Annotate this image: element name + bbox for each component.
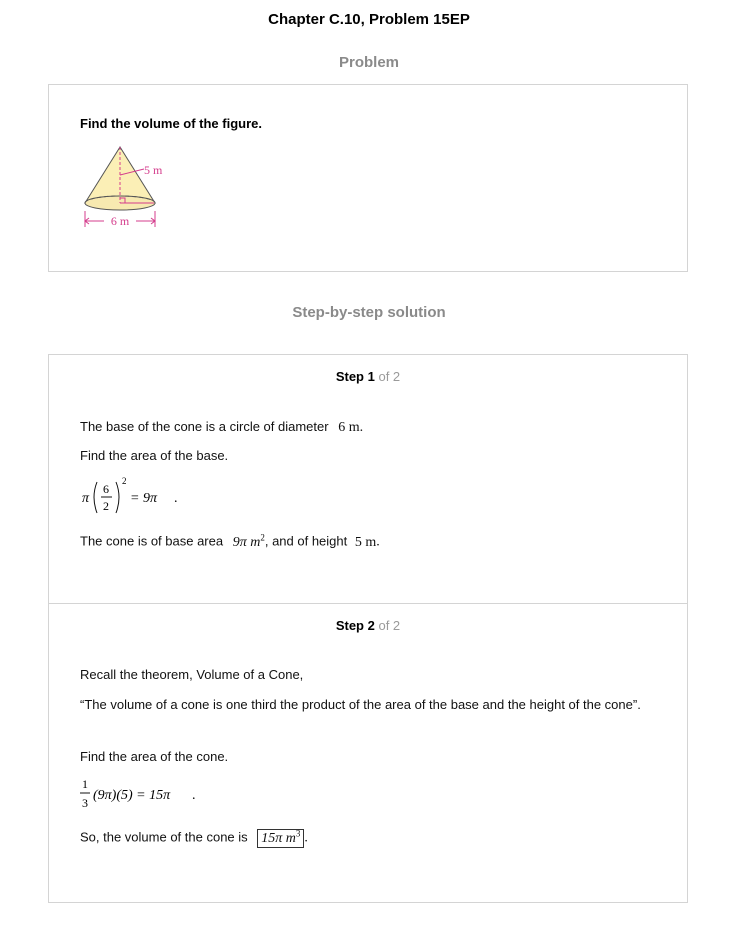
step-2-formula: 1 3 (9π)(5) = 15π . xyxy=(80,777,196,810)
step-1-height-value: 5 m xyxy=(354,534,377,550)
problem-card: Find the volume of the figure. 5 m 6 m xyxy=(48,84,688,272)
svg-text:.: . xyxy=(192,788,196,803)
step-2-text-1: Recall the theorem, Volume of a Cone, xyxy=(80,667,304,682)
step-1-text-1: The base of the cone is a circle of diam… xyxy=(80,419,364,435)
formula-denominator: 2 xyxy=(103,499,109,513)
step-1-diameter-value: 6 m xyxy=(338,420,360,435)
step-1-header: Step 1 of 2 xyxy=(49,369,687,384)
answer-exponent: 3 xyxy=(295,828,301,838)
formula-numerator: 6 xyxy=(103,482,109,496)
step-divider xyxy=(49,603,687,604)
page-title: Chapter C.10, Problem 15EP xyxy=(268,11,470,28)
step-1-area-text: The cone is of base area xyxy=(80,533,224,549)
step-2-text-2: “The volume of a cone is one third the p… xyxy=(80,697,641,712)
answer-box: 15π m3 xyxy=(257,828,305,848)
formula-2-denominator: 3 xyxy=(82,796,88,810)
formula-exponent: 2 xyxy=(122,476,127,486)
diameter-label: 6 m xyxy=(111,214,130,228)
step-1-label: Step 1 xyxy=(335,369,375,384)
step-2-label: Step 2 xyxy=(335,618,375,633)
step-1-area-value: 9π m xyxy=(232,534,261,550)
step-2-of: of 2 xyxy=(378,618,401,633)
problem-heading: Problem xyxy=(338,54,399,71)
step-1-of: of 2 xyxy=(378,369,401,384)
cone-figure: 5 m 6 m xyxy=(84,146,163,228)
step-1-diameter-text: The base of the cone is a circle of diam… xyxy=(80,419,329,434)
solution-heading: Step-by-step solution xyxy=(292,304,446,321)
step-2-text-3: Find the area of the cone. xyxy=(80,749,229,764)
formula-result: = 9π xyxy=(130,491,158,506)
step-1-text-2: Find the area of the base. xyxy=(80,448,229,463)
svg-text:.: . xyxy=(174,491,178,506)
formula-2-rest: (9π)(5) = 15π xyxy=(93,788,171,803)
answer-value: 15π m xyxy=(261,830,296,846)
solution-card: Step 1 of 2 The base of the cone is a ci… xyxy=(48,354,688,903)
step-1-text-3: The cone is of base area 9π m2, and of h… xyxy=(80,532,380,550)
formula-2-numerator: 1 xyxy=(82,777,88,791)
problem-statement: Find the volume of the figure. xyxy=(80,116,262,131)
step-2-text-4: So, the volume of the cone is 15π m3. xyxy=(80,828,308,848)
formula-pi: π xyxy=(82,491,90,506)
height-label: 5 m xyxy=(144,163,163,177)
step-2-header: Step 2 of 2 xyxy=(49,618,687,633)
step-1-formula: π 6 2 2 = 9π . xyxy=(82,476,178,514)
step-1-height-text: , and of height xyxy=(264,533,348,549)
step-2-conclusion-text: So, the volume of the cone is xyxy=(80,829,248,845)
